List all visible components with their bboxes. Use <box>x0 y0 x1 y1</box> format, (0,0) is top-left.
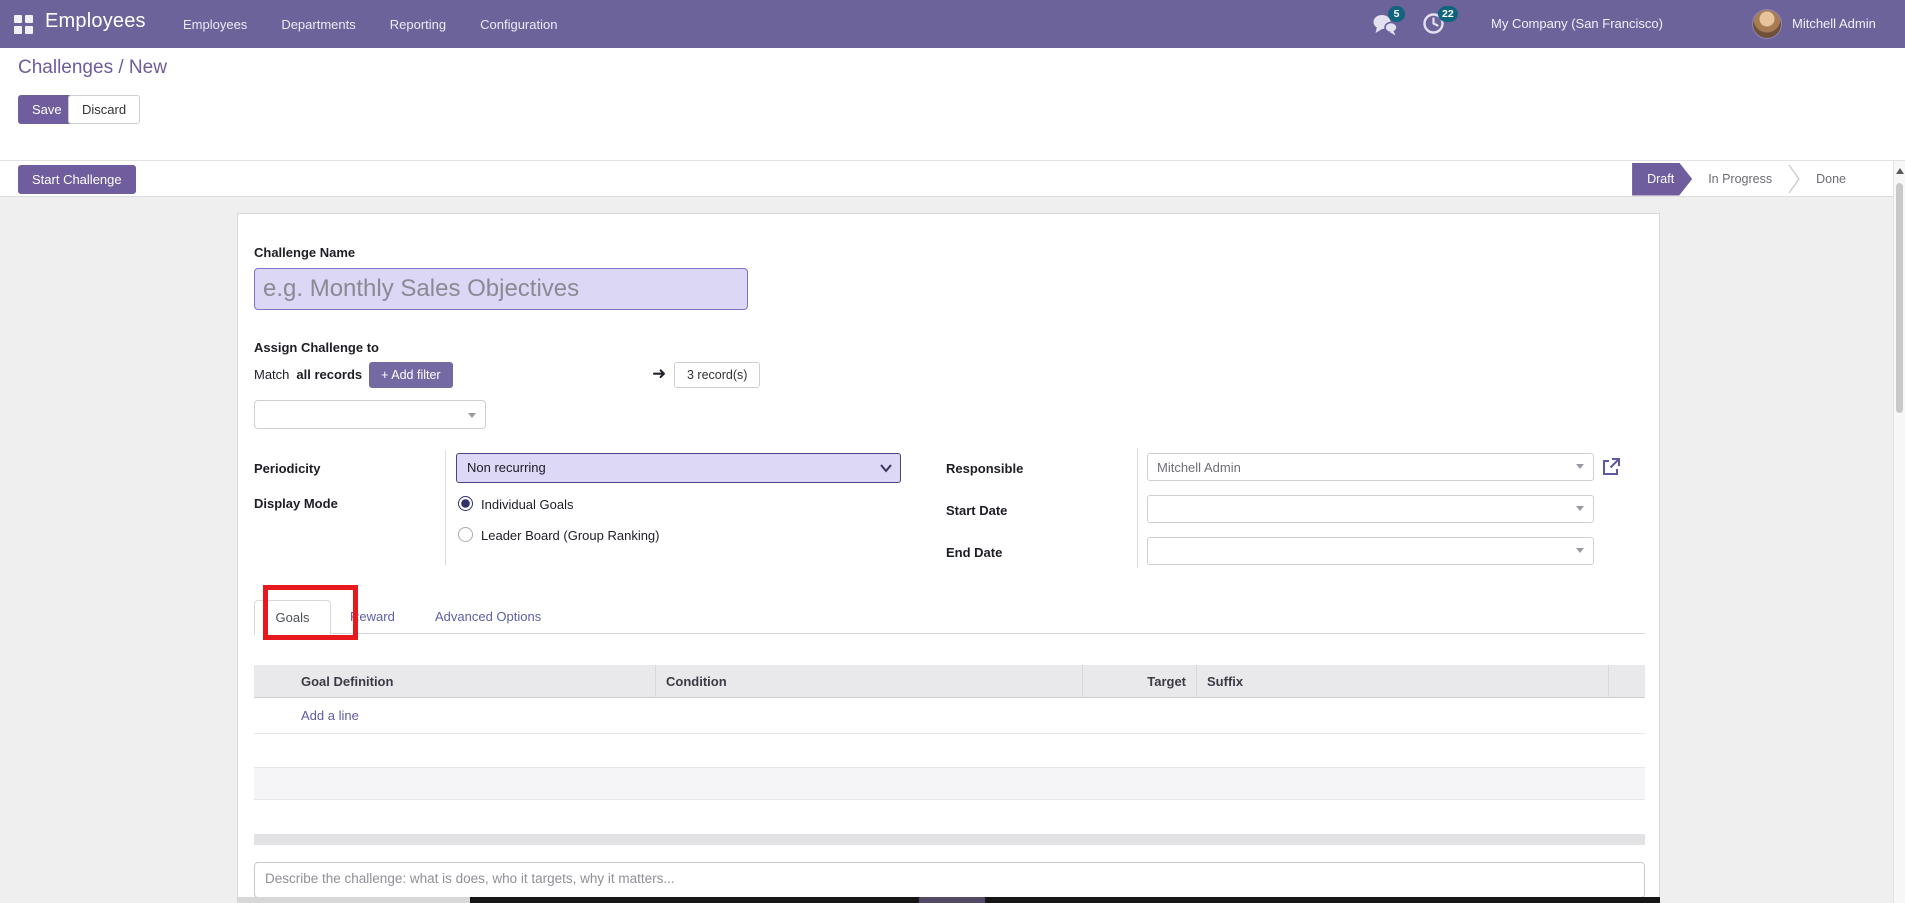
start-date-input[interactable] <box>1147 495 1594 523</box>
menu-departments[interactable]: Departments <box>279 13 357 36</box>
periodicity-value: Non recurring <box>467 460 546 475</box>
radio-leader-board-label[interactable]: Leader Board (Group Ranking) <box>481 528 660 543</box>
horizontal-scrollbar-track[interactable] <box>254 834 1645 845</box>
activities-count-badge[interactable]: 22 <box>1438 6 1458 22</box>
empty-row-striped <box>254 767 1645 800</box>
tab-goals[interactable]: Goals <box>254 600 331 635</box>
control-panel: Challenges / New Save Discard <box>0 48 1905 161</box>
user-menu[interactable]: Mitchell Admin <box>1792 16 1876 31</box>
challenge-name-input[interactable] <box>254 268 748 310</box>
responsible-label: Responsible <box>946 461 1023 476</box>
tab-advanced-options[interactable]: Advanced Options <box>435 600 541 634</box>
breadcrumb-separator: / <box>113 57 129 78</box>
label-column-divider-right <box>1137 448 1138 568</box>
menu-employees[interactable]: Employees <box>181 13 249 36</box>
radio-individual-goals-label[interactable]: Individual Goals <box>481 497 574 512</box>
chevron-down-icon <box>880 463 892 473</box>
empty-row <box>254 734 1645 767</box>
radio-leader-board[interactable] <box>458 527 473 542</box>
radio-individual-goals[interactable] <box>458 496 473 511</box>
records-count-button[interactable]: 3 record(s) <box>674 362 760 388</box>
display-mode-label: Display Mode <box>254 496 338 511</box>
periodicity-select[interactable]: Non recurring <box>456 453 901 483</box>
odoo-challenge-form-screen: Employees Employees Departments Reportin… <box>0 0 1905 903</box>
empty-row <box>254 800 1645 833</box>
label-column-divider-left <box>445 450 446 565</box>
breadcrumb-challenges[interactable]: Challenges <box>18 57 113 78</box>
stage-done[interactable]: Done <box>1800 163 1862 196</box>
goals-table: Goal Definition Condition Target Suffix … <box>254 665 1645 833</box>
start-date-label: Start Date <box>946 503 1007 518</box>
domain-match-row: Match all records + Add filter <box>254 361 453 388</box>
add-filter-button[interactable]: + Add filter <box>369 362 452 388</box>
menu-reporting[interactable]: Reporting <box>388 13 448 36</box>
form-statusbar-row: Start Challenge Draft In Progress Done <box>0 161 1905 197</box>
apps-grid-icon[interactable] <box>14 15 33 34</box>
stage-bar: Draft In Progress Done <box>1632 161 1862 197</box>
caret-down-icon[interactable] <box>1576 506 1584 511</box>
end-date-label: End Date <box>946 545 1002 560</box>
vertical-scrollbar[interactable] <box>1893 161 1905 903</box>
breadcrumb-current: New <box>129 57 167 78</box>
external-link-icon[interactable] <box>1600 456 1622 478</box>
add-a-line-link[interactable]: Add a line <box>301 708 359 723</box>
challenge-name-label: Challenge Name <box>254 245 355 260</box>
bottom-strip-bar <box>470 897 1660 903</box>
goals-table-header: Goal Definition Condition Target Suffix <box>254 665 1645 698</box>
caret-down-icon[interactable] <box>1576 464 1584 469</box>
discard-button[interactable]: Discard <box>68 95 140 124</box>
save-button[interactable]: Save <box>18 95 76 124</box>
bottom-strip-track <box>237 897 470 903</box>
scrollbar-up-arrow-icon[interactable] <box>1896 168 1904 174</box>
messages-count-badge[interactable]: 5 <box>1388 6 1405 22</box>
table-row: Add a line <box>254 698 1645 734</box>
app-menu: Employees Departments Reporting Configur… <box>181 0 559 48</box>
chevron-separator-icon <box>1788 164 1800 194</box>
form-sheet: Challenge Name Assign Challenge to Match… <box>237 213 1660 903</box>
app-title[interactable]: Employees <box>45 10 146 33</box>
breadcrumb: Challenges / New <box>18 57 167 79</box>
stage-in-progress[interactable]: In Progress <box>1692 163 1788 196</box>
assign-users-combobox[interactable] <box>254 400 486 429</box>
bottom-strip-segment <box>919 897 985 903</box>
column-goal-definition[interactable]: Goal Definition <box>254 665 656 698</box>
stage-draft[interactable]: Draft <box>1632 163 1692 196</box>
user-avatar[interactable] <box>1752 9 1782 39</box>
periodicity-label: Periodicity <box>254 461 320 476</box>
assign-challenge-label: Assign Challenge to <box>254 340 379 355</box>
end-date-input[interactable] <box>1147 537 1594 565</box>
tab-reward[interactable]: Reward <box>350 600 395 634</box>
caret-down-icon <box>468 413 476 418</box>
column-actions <box>1609 665 1645 698</box>
match-prefix: Match <box>254 367 289 382</box>
notebook-tabs: Goals Reward Advanced Options <box>254 600 1645 634</box>
challenge-description-textarea[interactable] <box>254 862 1645 898</box>
right-arrow-icon: ➜ <box>652 364 666 384</box>
top-navbar: Employees Employees Departments Reportin… <box>0 0 1905 48</box>
column-suffix[interactable]: Suffix <box>1197 665 1609 698</box>
caret-down-icon[interactable] <box>1576 548 1584 553</box>
match-all-records: all records <box>296 367 362 382</box>
column-condition[interactable]: Condition <box>656 665 1083 698</box>
scrollbar-thumb[interactable] <box>1896 183 1903 413</box>
responsible-input[interactable] <box>1147 453 1594 481</box>
start-challenge-button[interactable]: Start Challenge <box>18 165 136 194</box>
column-target[interactable]: Target <box>1083 665 1197 698</box>
menu-configuration[interactable]: Configuration <box>478 13 559 36</box>
company-switcher[interactable]: My Company (San Francisco) <box>1491 16 1663 31</box>
